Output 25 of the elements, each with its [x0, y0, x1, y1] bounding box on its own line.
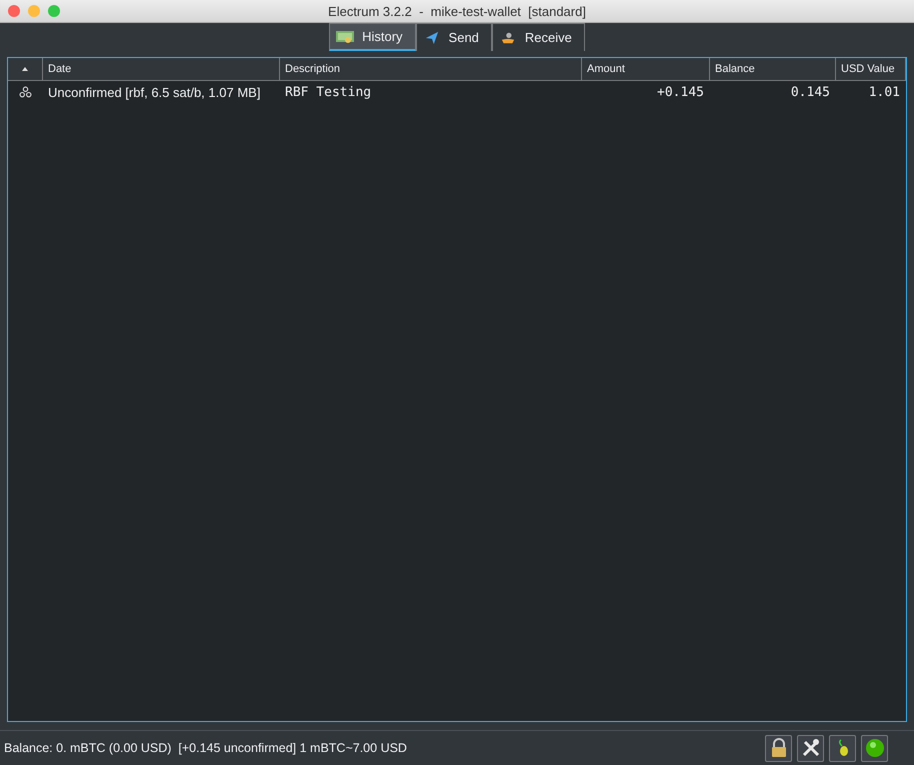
table-cell-text: 1.01	[868, 84, 901, 102]
window-title: Electrum 3.2.2 - mike-test-wallet [standard]	[328, 4, 586, 18]
settings-button[interactable]	[797, 734, 824, 762]
status-light-icon	[864, 738, 884, 758]
password-button[interactable]	[765, 734, 792, 762]
table-cell-text: Unconfirmed [rbf, 6.5 sat/b, 1.07 MB]	[47, 84, 262, 102]
column-header[interactable]: Description	[280, 58, 582, 81]
network-status-button[interactable]	[861, 734, 888, 762]
table-cell-text: RBF Testing	[284, 84, 372, 102]
tab[interactable]: Send	[416, 23, 492, 51]
column-header[interactable]: Amount	[582, 58, 710, 81]
column-header[interactable]: Balance	[710, 58, 836, 81]
seed-button[interactable]	[829, 734, 856, 762]
settings-icon	[800, 738, 820, 758]
balance-text: Balance: 0. mBTC (0.00 USD) [+0.145 unconfirmed] 1 mBTC~7.00 USD	[4, 741, 407, 755]
column-header[interactable]: Date	[43, 58, 280, 81]
tab[interactable]: History	[329, 23, 416, 51]
sort-arrow-icon	[22, 67, 28, 71]
table-cell-text: +0.145	[656, 84, 705, 102]
table-cell-text: 0.145	[790, 84, 831, 102]
banknote-icon	[336, 30, 354, 44]
column-header[interactable]: USD Value	[836, 58, 906, 81]
unconfirmed-icon	[19, 86, 32, 98]
column-header[interactable]	[8, 58, 43, 81]
tab[interactable]: Receive	[492, 23, 585, 51]
